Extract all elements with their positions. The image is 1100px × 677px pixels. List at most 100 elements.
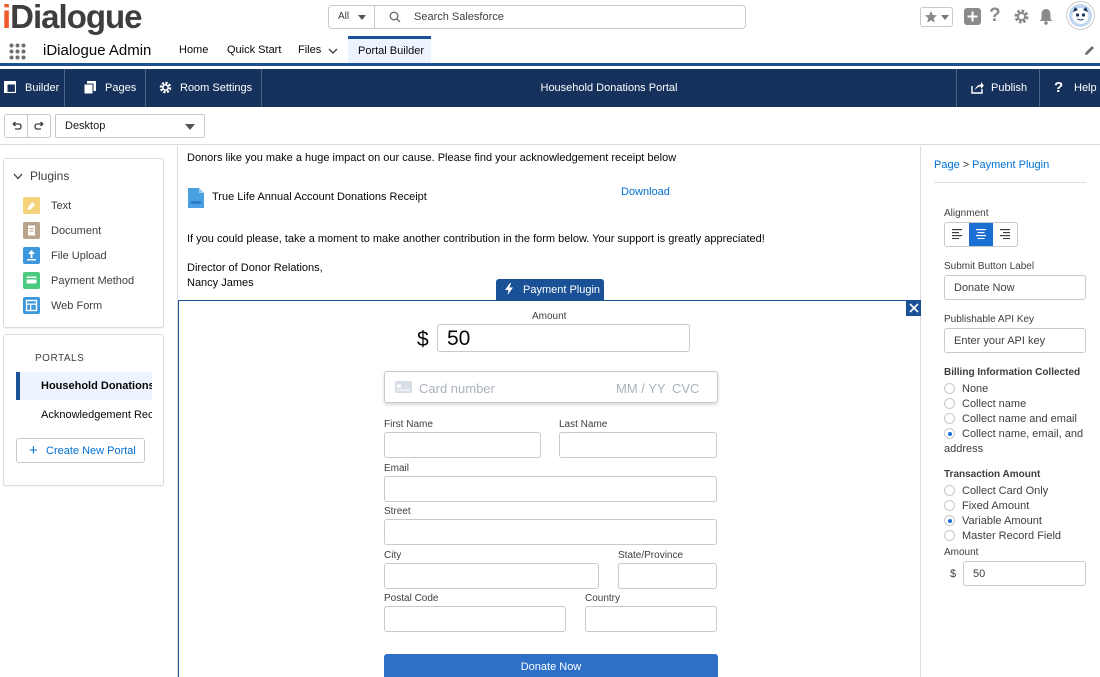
search-scope-select[interactable]: All	[329, 6, 375, 28]
breadcrumb: Page > Payment Plugin	[934, 159, 1049, 171]
align-right-icon	[1000, 229, 1010, 239]
lightning-icon	[505, 283, 513, 295]
doc-file-icon	[188, 188, 204, 208]
submit-button-label-label: Submit Button Label	[944, 261, 1035, 272]
portal-item-acknowledgement-receipts[interactable]: Acknowledgement Receipts	[16, 401, 152, 429]
api-key-input[interactable]: Enter your API key	[944, 328, 1086, 353]
city-input[interactable]	[384, 563, 599, 589]
postal-code-label: Postal Code	[384, 593, 439, 604]
align-right-button[interactable]	[993, 223, 1017, 246]
web-form-icon	[23, 297, 40, 314]
props-amount-input[interactable]: 50	[963, 561, 1086, 586]
undo-button[interactable]	[4, 114, 28, 138]
payment-plugin-tag[interactable]: Payment Plugin	[496, 279, 604, 300]
card-cvc-placeholder: CVC	[672, 381, 700, 396]
last-name-input[interactable]	[559, 432, 717, 458]
gear-icon[interactable]	[1013, 8, 1030, 25]
device-select[interactable]: Desktop	[55, 114, 205, 138]
star-icon	[925, 11, 937, 23]
room-settings-button[interactable]: Room Settings	[146, 69, 262, 107]
street-label: Street	[384, 506, 411, 517]
signature-title[interactable]: Director of Donor Relations,	[187, 262, 323, 274]
builder-button[interactable]: Builder	[0, 69, 65, 107]
help-icon: ?	[1054, 79, 1064, 96]
radio-button[interactable]	[944, 500, 955, 511]
breadcrumb-page-link[interactable]: Page	[934, 159, 960, 171]
app-name: iDialogue Admin	[43, 42, 152, 59]
radio-button-selected[interactable]	[944, 428, 955, 439]
chevron-down-icon	[941, 15, 949, 20]
plugins-panel: Plugins Text Document File Upload Paymen…	[3, 158, 164, 328]
align-center-button[interactable]	[969, 223, 993, 246]
app-launcher-icon[interactable]	[9, 43, 26, 60]
radio-button[interactable]	[944, 530, 955, 541]
align-left-icon	[952, 229, 962, 239]
radio-button[interactable]	[944, 485, 955, 496]
breadcrumb-current[interactable]: Payment Plugin	[972, 159, 1049, 171]
first-name-input[interactable]	[384, 432, 541, 458]
global-actions-plus-icon[interactable]	[964, 8, 981, 25]
payment-plugin-frame[interactable]: Amount $ 50 Card number MM / YY CVC Firs…	[178, 300, 922, 677]
chevron-down-icon	[358, 15, 366, 20]
redo-icon	[34, 121, 44, 130]
search-icon	[389, 11, 401, 23]
props-currency-symbol: $	[950, 568, 957, 580]
card-expiry-placeholder: MM / YY	[616, 381, 666, 396]
align-left-button[interactable]	[945, 223, 969, 246]
email-label: Email	[384, 463, 410, 474]
amount-input[interactable]: 50	[437, 324, 690, 352]
chevron-down-icon	[185, 124, 195, 130]
user-avatar[interactable]	[1067, 2, 1094, 29]
pages-button[interactable]: Pages	[65, 69, 146, 107]
receipt-document-name: True Life Annual Account Donations Recei…	[212, 191, 427, 203]
create-new-portal-button[interactable]: + Create New Portal	[16, 438, 145, 463]
api-key-label: Publishable API Key	[944, 314, 1035, 325]
intro-text[interactable]: Donors like you make a huge impact on ou…	[187, 152, 676, 164]
signature-name[interactable]: Nancy James	[187, 277, 254, 289]
tab-home[interactable]: Home	[179, 36, 211, 63]
radio-button[interactable]	[944, 413, 955, 424]
last-name-label: Last Name	[559, 419, 608, 430]
astro-avatar-icon	[1072, 7, 1089, 24]
request-text[interactable]: If you could please, take a moment to ma…	[187, 233, 765, 245]
chevron-down-icon[interactable]	[328, 48, 338, 54]
radio-button[interactable]	[944, 398, 955, 409]
portal-item-household-donations[interactable]: Household Donations	[16, 372, 152, 400]
currency-symbol: $	[417, 328, 429, 351]
favorites-button[interactable]	[920, 7, 953, 27]
submit-button-label-input[interactable]: Donate Now	[944, 275, 1086, 300]
help-button[interactable]: ? Help	[1039, 69, 1100, 107]
radio-button-selected[interactable]	[944, 515, 955, 526]
first-name-label: First Name	[384, 419, 433, 430]
redo-button[interactable]	[27, 114, 51, 138]
radio-button[interactable]	[944, 383, 955, 394]
email-input[interactable]	[384, 476, 717, 502]
help-icon[interactable]: ?	[989, 5, 1001, 27]
remove-plugin-button[interactable]	[906, 300, 922, 316]
close-icon	[909, 303, 919, 313]
global-header: iDialogue All ?	[0, 0, 1100, 36]
idialogue-logo[interactable]: iDialogue	[2, 0, 143, 36]
pencil-icon[interactable]	[1084, 45, 1095, 56]
postal-code-input[interactable]	[384, 606, 566, 632]
country-input[interactable]	[585, 606, 717, 632]
street-input[interactable]	[384, 519, 717, 545]
card-number-field[interactable]: Card number MM / YY CVC	[384, 371, 718, 403]
search-input[interactable]	[414, 6, 734, 28]
download-link[interactable]: Download	[621, 186, 670, 198]
state-input[interactable]	[618, 563, 717, 589]
document-icon	[23, 222, 40, 239]
props-amount-label: Amount	[944, 547, 979, 558]
alignment-label: Alignment	[944, 208, 989, 219]
tab-quick-start[interactable]: Quick Start	[227, 36, 285, 63]
page-canvas: Donors like you make a huge impact on ou…	[177, 146, 922, 677]
bell-icon[interactable]	[1038, 8, 1054, 25]
amount-label: Amount	[532, 311, 567, 322]
tab-files[interactable]: Files	[298, 36, 340, 63]
publish-button[interactable]: Publish	[956, 69, 1039, 107]
donate-now-button[interactable]: Donate Now	[384, 654, 718, 677]
alignment-button-group	[944, 222, 1018, 247]
tab-portal-builder[interactable]: Portal Builder	[348, 36, 431, 63]
app-navigation-bar: iDialogue Admin Home Quick Start Files P…	[0, 36, 1100, 66]
state-label: State/Province	[618, 550, 684, 561]
